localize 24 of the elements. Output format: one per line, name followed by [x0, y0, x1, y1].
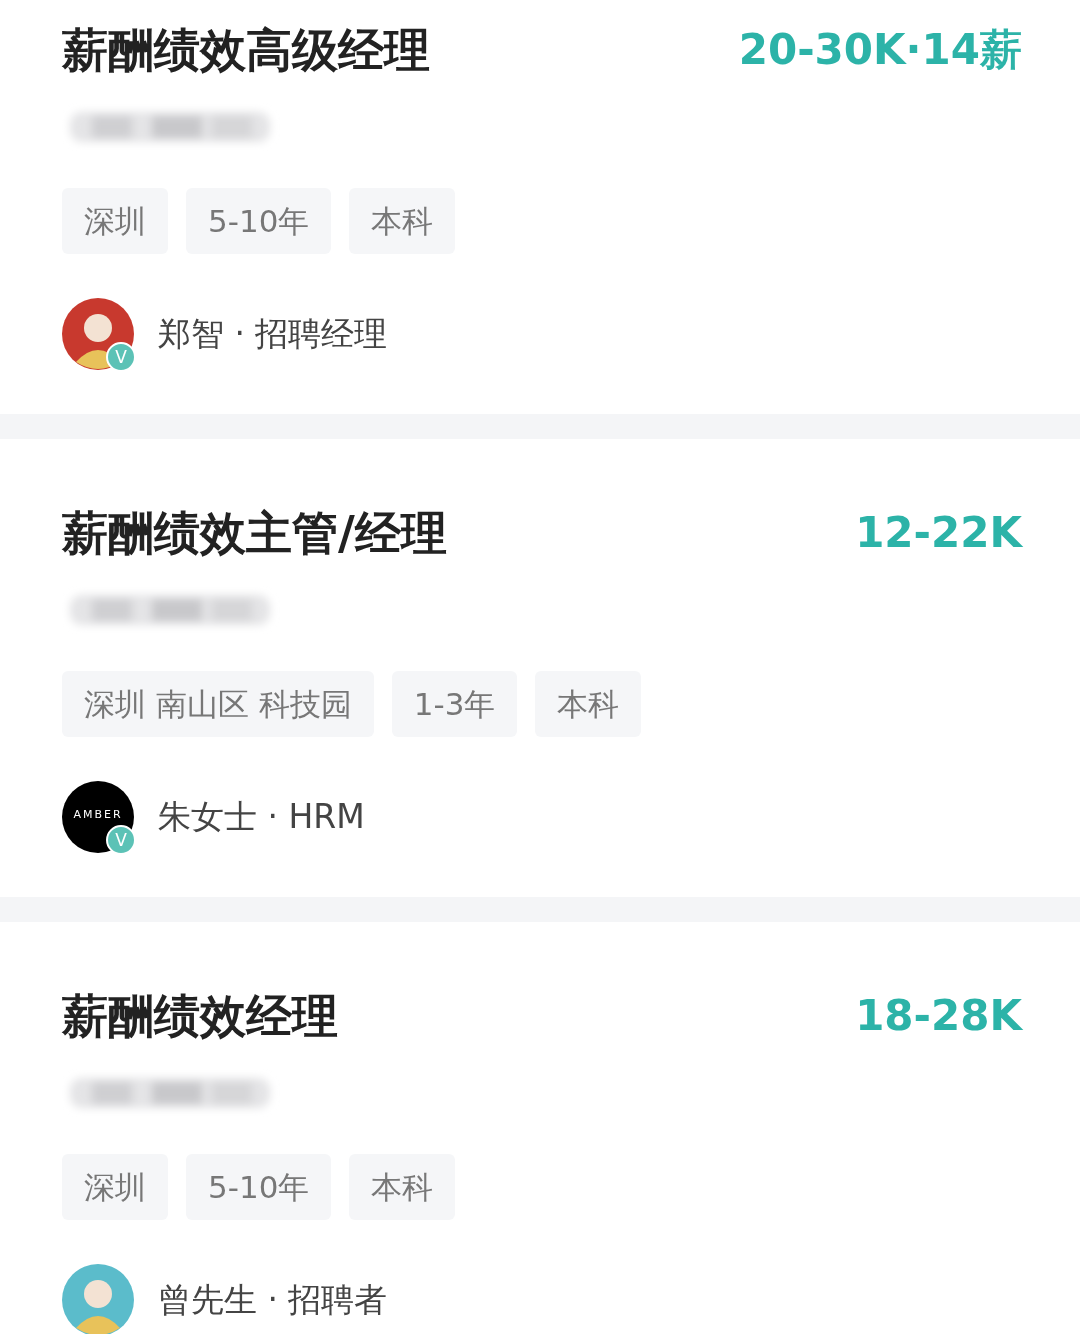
- job-tag: 深圳: [62, 1154, 168, 1220]
- job-title: 薪酬绩效高级经理: [62, 22, 430, 79]
- recruiter-name: 朱女士 · HRM: [158, 796, 365, 839]
- job-title: 薪酬绩效经理: [62, 988, 338, 1045]
- salary: 18-28K: [855, 990, 1022, 1042]
- recruiter-name: 郑智 · 招聘经理: [158, 313, 388, 356]
- job-card[interactable]: 薪酬绩效经理 18-28K 深圳 5-10年 本科 曾先生 · 招聘者: [0, 922, 1080, 1334]
- job-tag: 5-10年: [186, 1154, 332, 1220]
- verified-badge: V: [106, 342, 136, 372]
- job-card[interactable]: 薪酬绩效高级经理 20-30K·14薪 深圳 5-10年 本科 V 郑智 · 招聘经理: [0, 0, 1080, 414]
- salary: 12-22K: [855, 507, 1022, 559]
- verified-badge: V: [106, 825, 136, 855]
- recruiter-name: 曾先生 · 招聘者: [158, 1279, 388, 1322]
- job-tag: 本科: [349, 188, 456, 254]
- job-tag: 深圳 南山区 科技园: [62, 671, 374, 737]
- job-tag: 本科: [535, 671, 642, 737]
- job-title: 薪酬绩效主管/经理: [62, 505, 447, 562]
- salary: 20-30K·14薪: [738, 24, 1022, 76]
- job-tag: 深圳: [62, 188, 168, 254]
- logo-text: AMBER: [72, 808, 124, 822]
- job-tag: 本科: [349, 1154, 456, 1220]
- job-tag: 1-3年: [391, 671, 518, 737]
- job-tag: 5-10年: [186, 188, 332, 254]
- job-card[interactable]: 薪酬绩效主管/经理 12-22K 深圳 南山区 科技园 1-3年 本科 AMBER V 朱女士 · HRM: [0, 439, 1080, 897]
